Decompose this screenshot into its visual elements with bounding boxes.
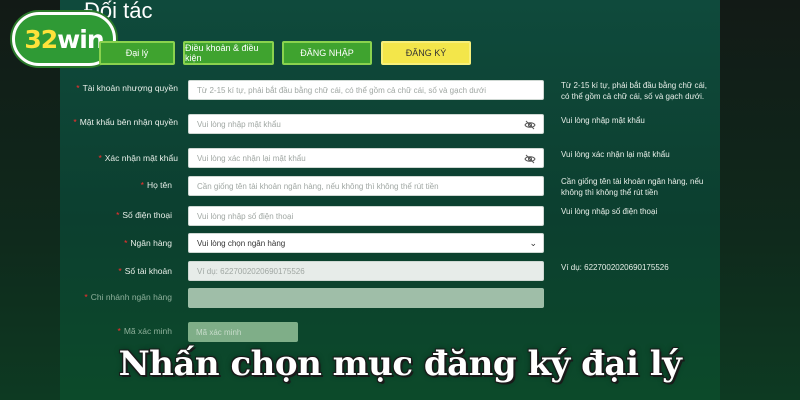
confirm-password-label: * Xác nhận mật khẩu (98, 153, 178, 163)
bank-label: * Ngân hàng (124, 238, 172, 248)
eye-slash-icon[interactable] (524, 153, 536, 165)
chevron-down-icon: ⌄ (529, 238, 537, 248)
full-name-hint: Cần giống tên tài khoản ngân hàng, nếu k… (561, 177, 704, 197)
account-number-label: * Số tài khoản (118, 266, 172, 276)
caption-text: Nhấn chọn mục đăng ký đại lý (118, 344, 682, 384)
phone-hint: Vui lòng nhập số điện thoại (561, 207, 658, 216)
tab-register[interactable]: ĐĂNG KÝ (381, 41, 471, 65)
logo-word: win (57, 24, 104, 54)
tab-terms[interactable]: Điều khoản & điều kiện (183, 41, 274, 65)
captcha-input[interactable]: Mã xác minh (188, 322, 298, 342)
branch-input[interactable] (188, 288, 544, 308)
confirm-password-hint: Vui lòng xác nhận lại mật khẩu (561, 150, 670, 159)
tab-login[interactable]: ĐĂNG NHẬP (282, 41, 372, 65)
branch-label: * Chi nhánh ngân hàng (84, 292, 172, 302)
eye-slash-icon[interactable] (524, 119, 536, 131)
logo-number: 32 (24, 24, 58, 54)
username-label: * Tài khoản nhượng quyền (76, 83, 178, 93)
phone-input[interactable]: Vui lòng nhập số điện thoại (188, 206, 544, 226)
phone-label: * Số điện thoại (116, 210, 172, 220)
password-hint: Vui lòng nhập mật khẩu (561, 116, 645, 125)
password-input[interactable]: Vui lòng nhập mật khẩu (188, 114, 544, 134)
tab-agent[interactable]: Đại lý (99, 41, 175, 65)
account-number-input[interactable]: Ví dụ: 6227002020690175526 (188, 261, 544, 281)
bank-select[interactable]: Vui lòng chọn ngân hàng ⌄ (188, 233, 544, 253)
full-name-input[interactable]: Cần giống tên tài khoản ngân hàng, nếu k… (188, 176, 544, 196)
full-name-label: * Họ tên (140, 180, 172, 190)
password-label: * Mật khẩu bên nhận quyền (73, 117, 178, 127)
username-input[interactable]: Từ 2-15 kí tự, phải bắt đầu bằng chữ cái… (188, 80, 544, 100)
account-number-hint: Ví dụ: 6227002020690175526 (561, 263, 669, 272)
captcha-label: * Mã xác minh (117, 326, 173, 336)
confirm-password-input[interactable]: Vui lòng xác nhận lại mật khẩu (188, 148, 544, 168)
username-hint: Từ 2-15 kí tự, phải bắt đầu bằng chữ cái… (561, 81, 707, 101)
